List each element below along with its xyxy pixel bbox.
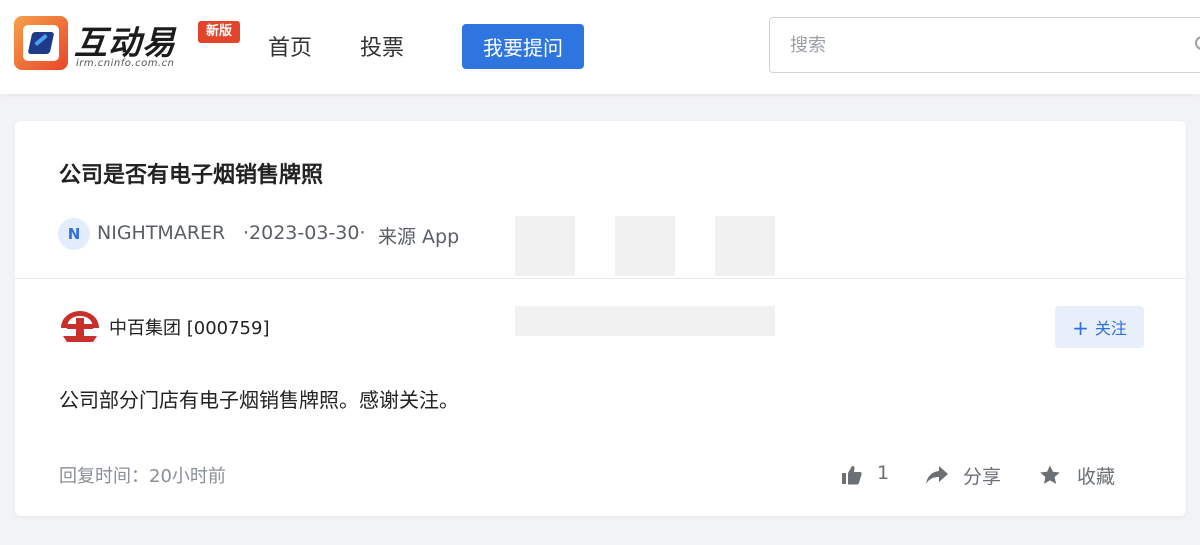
favorite-label: 收藏	[1077, 466, 1116, 488]
follow-label: 关注	[1094, 318, 1127, 338]
watermark-icon	[515, 216, 775, 336]
like-count: 1	[877, 462, 890, 484]
company-logo-icon	[61, 311, 99, 342]
divider	[15, 278, 1186, 279]
logo-mark-icon	[14, 16, 68, 70]
search-icon[interactable]	[1194, 35, 1200, 55]
top-navigation-bar: 互动易 irm.cninfo.com.cn 新版 首页 投票 我要提问	[0, 0, 1200, 94]
question-date: ·2023-03-30·	[243, 222, 366, 244]
share-arrow-icon	[926, 466, 948, 484]
question-card: 公司是否有电子烟销售牌照 N NIGHTMARER ·2023-03-30· 来…	[15, 121, 1186, 516]
like-button[interactable]: 1	[841, 462, 901, 490]
new-version-badge: 新版	[198, 21, 241, 43]
logo-subtitle: irm.cninfo.com.cn	[76, 58, 175, 69]
reply-time: 回复时间：20小时前	[59, 466, 226, 487]
site-logo[interactable]: 互动易 irm.cninfo.com.cn 新版	[14, 14, 244, 74]
favorite-button[interactable]: 收藏	[1039, 462, 1129, 490]
nav-vote[interactable]: 投票	[360, 30, 404, 62]
question-title: 公司是否有电子烟销售牌照	[59, 163, 324, 188]
logo-text: 互动易	[74, 23, 176, 62]
question-source: 来源 App	[378, 226, 460, 248]
ask-question-button[interactable]: 我要提问	[462, 24, 584, 69]
search-input[interactable]	[790, 32, 1170, 58]
follow-button[interactable]: + 关注	[1055, 306, 1144, 348]
answer-text: 公司部分门店有电子烟销售牌照。感谢关注。	[59, 388, 459, 412]
nav-home[interactable]: 首页	[268, 30, 312, 62]
search-box[interactable]	[769, 17, 1200, 73]
star-icon	[1040, 465, 1060, 484]
thumbs-up-icon	[842, 466, 862, 485]
share-button[interactable]: 分享	[925, 462, 1015, 490]
company-name[interactable]: 中百集团 [000759]	[109, 314, 269, 340]
avatar[interactable]: N	[58, 218, 90, 250]
question-author[interactable]: NIGHTMARER	[97, 222, 225, 244]
plus-icon: +	[1072, 315, 1089, 340]
share-label: 分享	[963, 466, 1002, 488]
